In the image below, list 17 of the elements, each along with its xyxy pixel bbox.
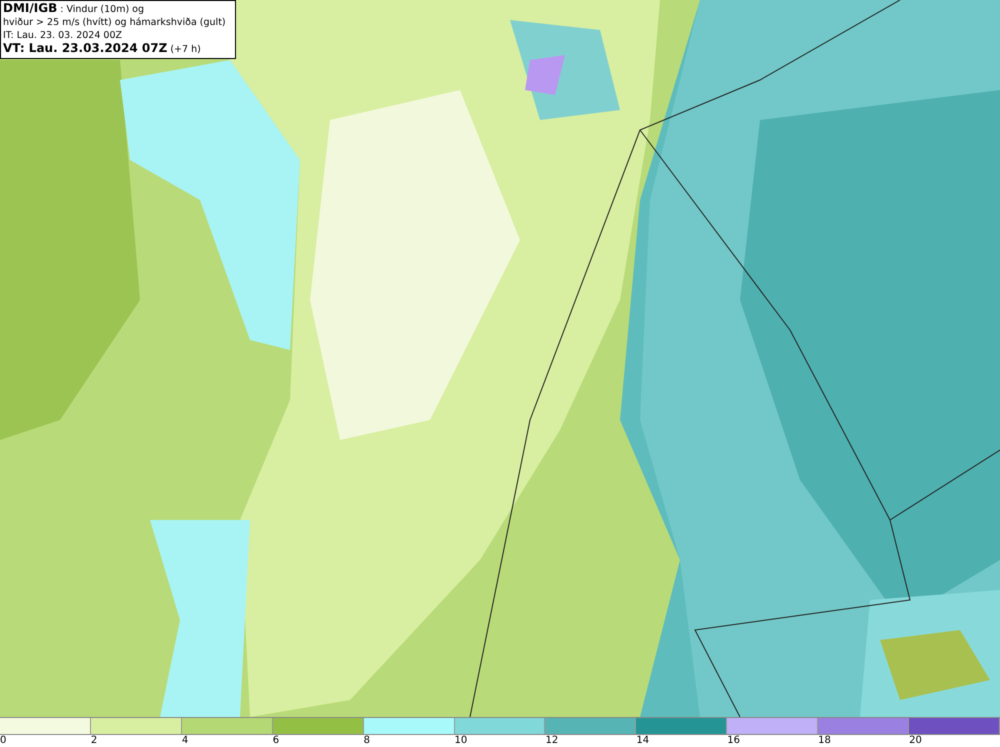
scale-tick-label: 2 xyxy=(90,735,98,747)
valid-time: VT: Lau. 23.03.2024 07Z xyxy=(3,41,168,55)
scale-tick-label: 0 xyxy=(0,735,6,747)
map-subtitle: hviður > 25 m/s (hvítt) og hámarkshviða (gult) xyxy=(3,16,227,29)
scale-tick-label: 12 xyxy=(545,735,558,747)
lead-time: (+7 h) xyxy=(170,44,201,55)
scale-tick-label: 14 xyxy=(636,735,650,747)
map-title: : Vindur (10m) og xyxy=(60,4,144,15)
scale-tick-label: 20 xyxy=(909,735,922,747)
scale-tick-label: 4 xyxy=(182,735,188,747)
initial-time: IT: Lau. 23. 03. 2024 00Z xyxy=(3,29,124,42)
scale-tick-label: 10 xyxy=(454,735,468,747)
scale-tick-label: 18 xyxy=(818,735,831,747)
scale-tick-label: 6 xyxy=(272,735,280,747)
scale-tick-label: 8 xyxy=(364,735,370,747)
source-label: DMI/IGB xyxy=(3,1,58,15)
scale-tick-label: 16 xyxy=(727,735,740,747)
